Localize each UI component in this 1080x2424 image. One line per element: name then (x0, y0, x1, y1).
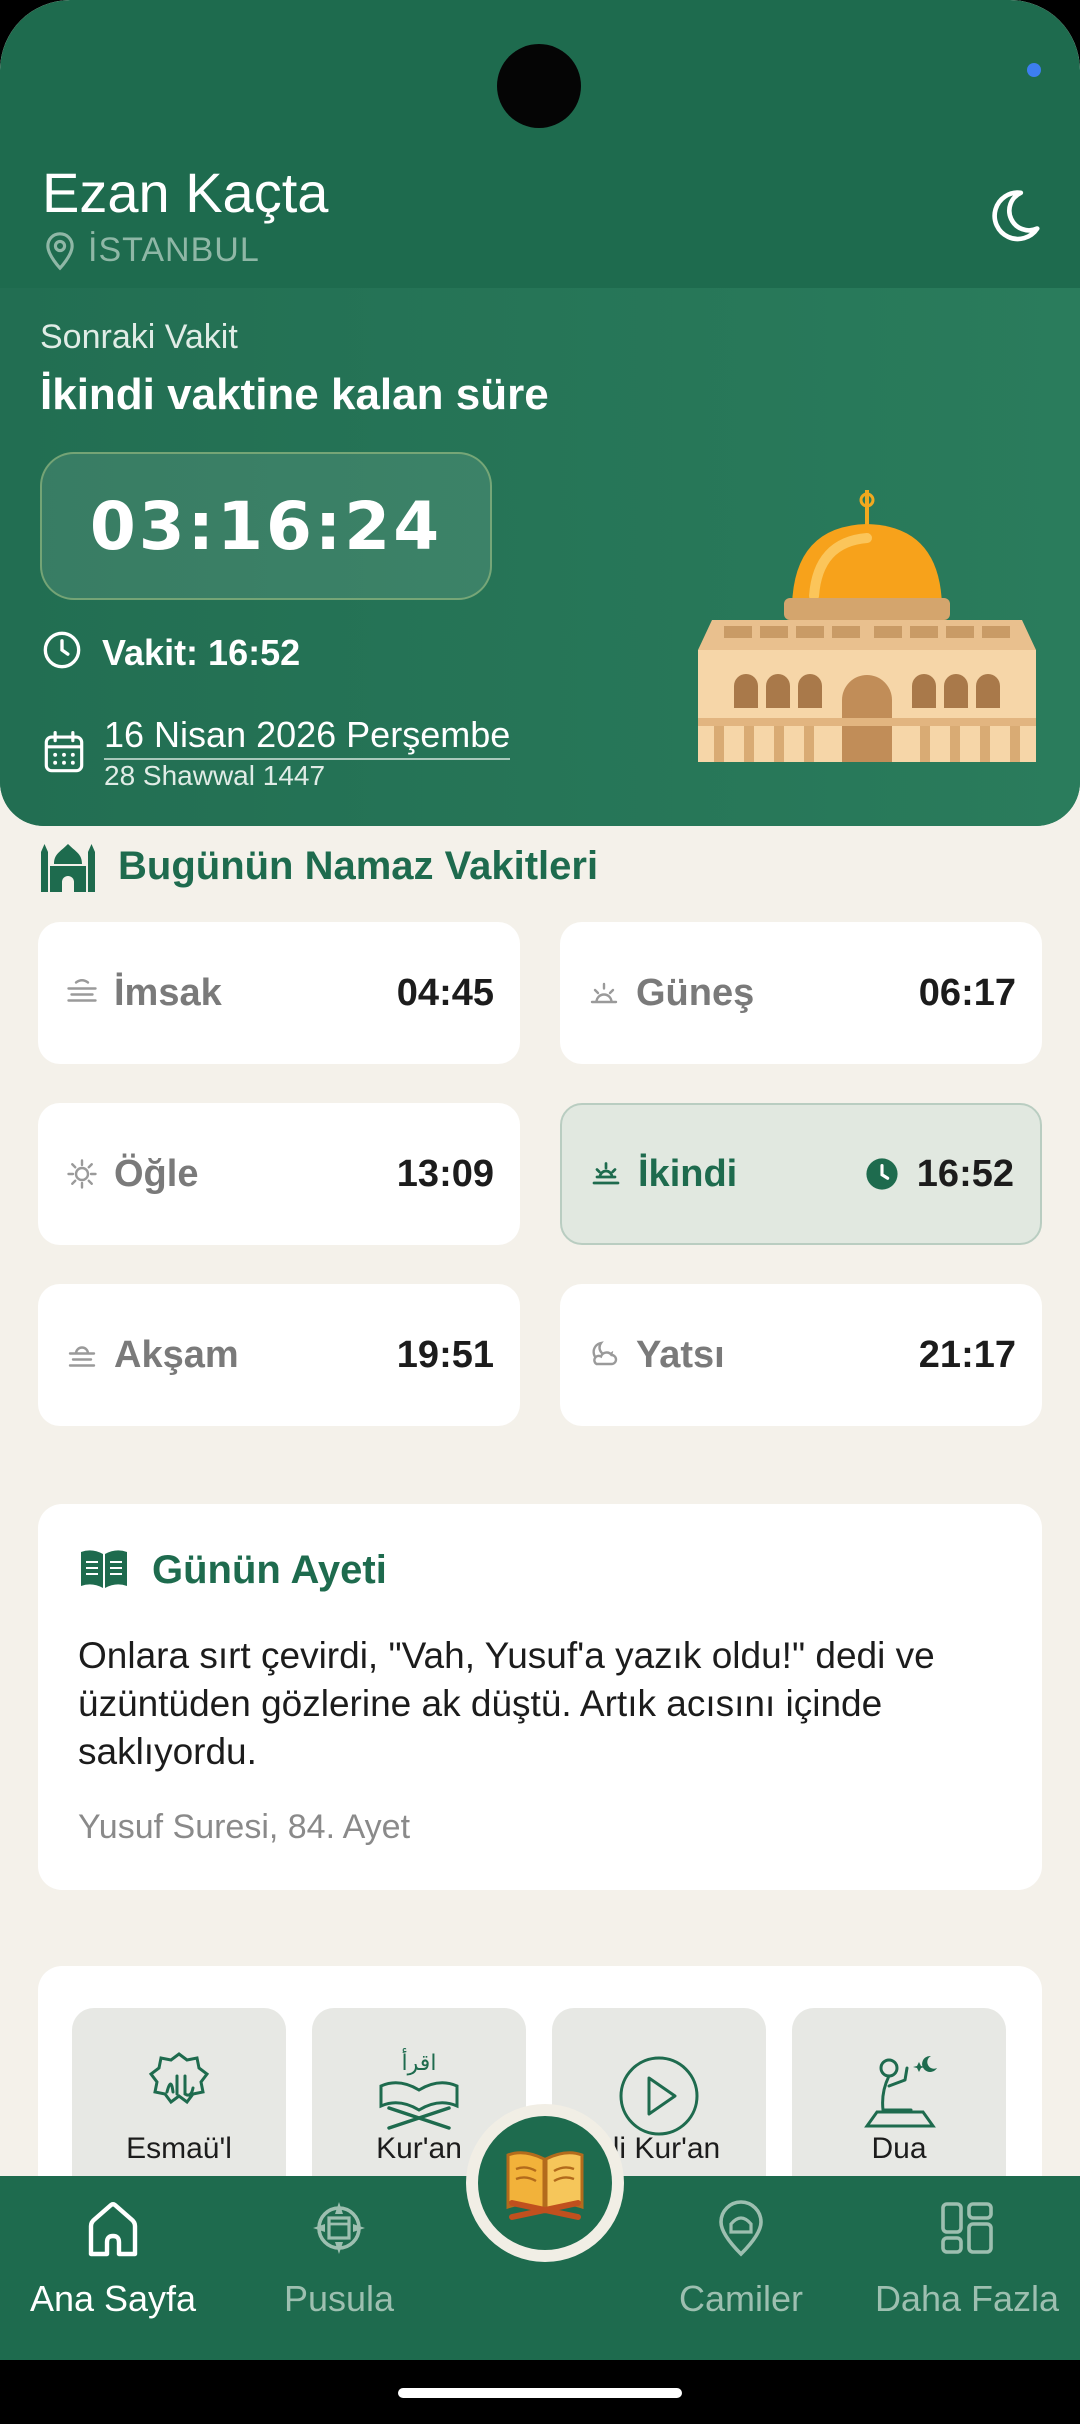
prayer-name: Öğle (114, 1152, 199, 1195)
imsak-icon (67, 979, 97, 1002)
calendar-icon (44, 731, 84, 773)
prayer-card-ogle[interactable]: Öğle 13:09 (38, 1103, 520, 1245)
verse-title: Günün Ayeti (152, 1548, 387, 1592)
prayer-name: İmsak (114, 971, 222, 1014)
prayer-name: Yatsı (636, 1333, 725, 1376)
header: Ezan Kaçta İSTANBUL Sonraki Vakit İkindi… (0, 0, 1080, 826)
clock-filled-icon (866, 1158, 898, 1190)
quran-fab-button[interactable] (466, 2104, 624, 2262)
notification-dot (1027, 63, 1041, 77)
nav-label: Daha Fazla (874, 2278, 1060, 2319)
nav-ana-sayfa[interactable]: Ana Sayfa (5, 2176, 221, 2360)
app-screen: Ezan Kaçta İSTANBUL Sonraki Vakit İkindi… (0, 0, 1080, 2424)
prayer-card-imsak[interactable]: İmsak 04:45 (38, 922, 520, 1064)
next-prayer-title: İkindi vaktine kalan süre (40, 370, 549, 419)
nav-daha-fazla[interactable]: Daha Fazla (859, 2176, 1075, 2360)
allah-calligraphy-icon (148, 2052, 210, 2105)
gesture-bar[interactable] (398, 2388, 682, 2398)
nav-label: Camiler (678, 2278, 803, 2319)
countdown-timer: 03:16:24 (40, 452, 492, 600)
app-title: Ezan Kaçta (42, 161, 329, 224)
moon-icon[interactable] (986, 186, 1044, 244)
prayer-times-section-title: Bugünün Namaz Vakitleri (118, 844, 599, 888)
grid-icon (941, 2202, 993, 2254)
praying-person-icon (864, 2055, 937, 2128)
prayer-card-gunes[interactable]: Güneş 06:17 (560, 922, 1042, 1064)
mosque-illustration (698, 490, 1036, 762)
hijri-date: 28 Shawwal 1447 (104, 760, 326, 791)
clock-icon (43, 631, 81, 669)
prayer-time: 19:51 (396, 1333, 494, 1376)
home-icon (88, 2202, 138, 2257)
prayer-card-aksam[interactable]: Akşam 19:51 (38, 1284, 520, 1426)
nav-label: Pusula (283, 2278, 395, 2319)
prayer-time-label: Vakit: 16:52 (102, 632, 301, 673)
open-book-icon (81, 1550, 127, 1588)
mosque-section-icon (41, 844, 95, 892)
camera-cutout (497, 44, 581, 128)
sunset-icon (68, 1346, 96, 1367)
prayer-card-yatsi[interactable]: Yatsı 21:17 (560, 1284, 1042, 1426)
nav-pusula[interactable]: Pusula (231, 2176, 447, 2360)
nav-camiler[interactable]: Camiler (633, 2176, 849, 2360)
svg-text:اقرأ: اقرأ (402, 2048, 437, 2076)
prayer-time: 21:17 (918, 1333, 1016, 1376)
verse-text: Onlara sırt çevirdi, "Vah, Yusuf'a yazık… (78, 1635, 935, 1772)
feature-label: Esmaü'l (126, 2132, 232, 2165)
location-pin-icon (46, 232, 74, 271)
prayer-name: İkindi (638, 1152, 738, 1195)
quran-stand-icon: اقرأ (379, 2048, 459, 2130)
feature-label: Dua (871, 2132, 927, 2165)
prayer-time: 16:52 (916, 1152, 1014, 1195)
afternoon-icon (592, 1162, 620, 1185)
prayer-name: Akşam (114, 1333, 239, 1376)
compass-icon (313, 2202, 365, 2254)
prayer-time: 13:09 (396, 1152, 494, 1195)
verse-card[interactable]: Günün Ayeti Onlara sırt çevirdi, "Vah, Y… (38, 1504, 1042, 1890)
sun-icon (67, 1159, 97, 1189)
prayer-card-ikindi[interactable]: İkindi 16:52 (560, 1103, 1042, 1245)
next-prayer-label: Sonraki Vakit (40, 318, 238, 356)
mosque-pin-icon (719, 2200, 763, 2257)
location-label[interactable]: İSTANBUL (88, 231, 260, 270)
nav-label: Ana Sayfa (29, 2278, 197, 2319)
prayer-time: 04:45 (396, 971, 494, 1014)
prayer-time: 06:17 (918, 971, 1016, 1014)
gregorian-date[interactable]: 16 Nisan 2026 Perşembe (104, 714, 511, 760)
verse-source: Yusuf Suresi, 84. Ayet (78, 1808, 411, 1846)
play-icon (619, 2056, 699, 2136)
quran-book-icon (506, 2151, 584, 2220)
night-icon (592, 1341, 618, 1366)
sunrise-icon (590, 982, 618, 1004)
prayer-name: Güneş (636, 971, 755, 1014)
